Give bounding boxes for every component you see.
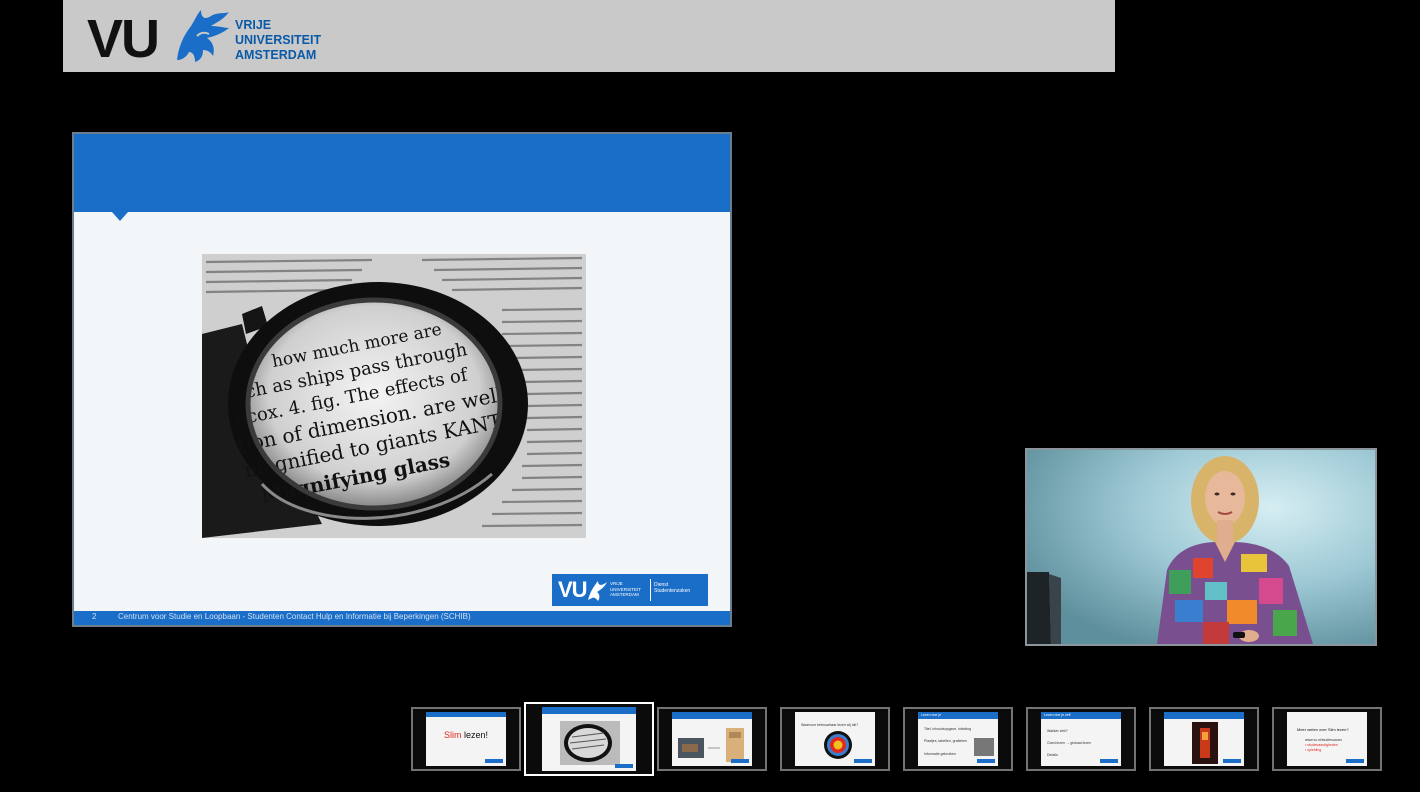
slide-title-band [74,134,730,212]
thumbnail-1-title-rest: lezen! [461,730,489,740]
slide-griffin-icon [588,581,607,601]
thumbnail-5-band-label: Lezen doe je [921,713,942,717]
thumbnail-band: Lezen doe je [918,712,998,719]
thumbnail-5-line-2: Plaatjes, tabellen, grafieken [924,739,967,743]
magnifying-glass-photo: how much more are ch as ships pass throu… [202,254,586,538]
thumbnail-logo [1346,759,1364,763]
slide-thumbnail-7[interactable] [1149,707,1259,771]
slide-thumbnail-8[interactable]: Meer weten over Slim lezen? www.vu.nl/st… [1272,707,1382,771]
thumbnail-5-line-1: Titel, inhoudsopgave, inleiding [924,727,971,731]
presenter-image [1027,450,1375,644]
vu-logo-wordmark: VRIJE UNIVERSITEIT AMSTERDAM [235,18,321,63]
thumbnail-magnifier-icon [560,721,620,765]
presenter-video[interactable] [1025,448,1377,646]
slide-logo-line-3: AMSTERDAM [610,592,639,597]
thumbnail-logo [1223,759,1241,763]
slide-footer: 2 Centrum voor Studie en Loopbaan - Stud… [74,611,730,625]
thumbnail-1-slide: Slim lezen! [426,712,506,766]
thumbnail-7-slide [1164,712,1244,766]
vu-logo-mark: VU [87,9,160,69]
slide-thumbnail-2-active[interactable] [524,702,654,776]
slide-thumbnail-5[interactable]: Lezen doe je Titel, inhoudsopgave, inlei… [903,707,1013,771]
thumbnail-2-slide [542,707,636,771]
slide-page-number: 2 [92,612,97,621]
thumbnail-logo [615,764,633,768]
thumbnail-4-caption: Waarvoor betrouwbaar lezen wij stil? [801,723,859,727]
thumbnail-8-line-3: • studievaardigheden [1305,743,1338,747]
slide-thumbnail-1[interactable]: Slim lezen! [411,707,521,771]
logo-line-1: VRIJE [235,18,272,32]
main-slide[interactable]: how much more are ch as ships pass throu… [72,132,732,627]
slide-footer-text: Centrum voor Studie en Loopbaan - Studen… [118,612,471,621]
thumbnail-band [426,712,506,717]
logo-line-2: UNIVERSITEIT [235,33,322,47]
slide-logo-mark: VU [558,577,588,602]
thumbnail-band [542,707,636,714]
thumbnail-8-line-1: Meer weten over Slim lezen? [1297,727,1349,732]
slide-logo-sub-2: Studentenzaken [654,588,691,594]
thumbnail-5-line-3: Informatie gebruiken [924,752,956,756]
thumbnail-6-slide: Lezen doe je zelf Wakker ziek? Goed leze… [1041,712,1121,766]
thumbnail-8-line-2: www.vu.nl/studiesucces [1305,738,1342,742]
slide-thumbnail-3[interactable] [657,707,767,771]
thumbnail-8-slide: Meer weten over Slim lezen? www.vu.nl/st… [1287,712,1367,766]
slide-thumbnail-4[interactable]: Waarvoor betrouwbaar lezen wij stil? [780,707,890,771]
thumbnail-logo [1100,759,1118,763]
thumbnail-7-image [1192,722,1218,764]
thumbnail-logo [977,759,995,763]
thumbnail-logo [485,759,503,763]
logo-line-3: AMSTERDAM [235,48,317,62]
thumbnail-6-line-2: Goed lezen → globaal lezen [1047,741,1091,745]
thumbnail-band: Lezen doe je zelf [1041,712,1121,719]
thumbnail-logo [731,759,749,763]
thumbnail-6-line-1: Wakker ziek? [1047,729,1068,733]
thumbnail-band [672,712,752,719]
target-icon [824,731,852,759]
thumbnail-8-line-4: • opleiding [1305,748,1322,752]
thumbnail-logo [854,759,872,763]
thumbnail-3-slide [672,712,752,766]
griffin-logo-icon [177,10,229,62]
thumbnail-6-line-3: Details [1047,753,1058,757]
header-logo-bar: VU VRIJE UNIVERSITEIT AMSTERDAM [63,0,1115,72]
thumbnail-4-slide: Waarvoor betrouwbaar lezen wij stil? [795,712,875,766]
thumbnail-6-band-label: Lezen doe je zelf [1044,713,1071,717]
slide-thumbnail-6[interactable]: Lezen doe je zelf Wakker ziek? Goed leze… [1026,707,1136,771]
slide-logo-divider [650,579,651,601]
thumbnail-5-slide: Lezen doe je Titel, inhoudsopgave, inlei… [918,712,998,766]
slide-vu-logo: VU VRIJE UNIVERSITEIT AMSTERDAM Dienst S… [552,574,708,606]
thumbnail-band [1164,712,1244,719]
slide-band-notch [112,212,128,221]
slide-logo-department: Dienst Studentenzaken [654,582,690,594]
thumbnail-5-image [974,738,994,756]
thumbnail-1-title: Slim lezen! [426,730,506,740]
slide-logo-wordmark: VRIJE UNIVERSITEIT AMSTERDAM [610,581,641,598]
thumbnail-1-title-red: Slim [443,730,462,740]
